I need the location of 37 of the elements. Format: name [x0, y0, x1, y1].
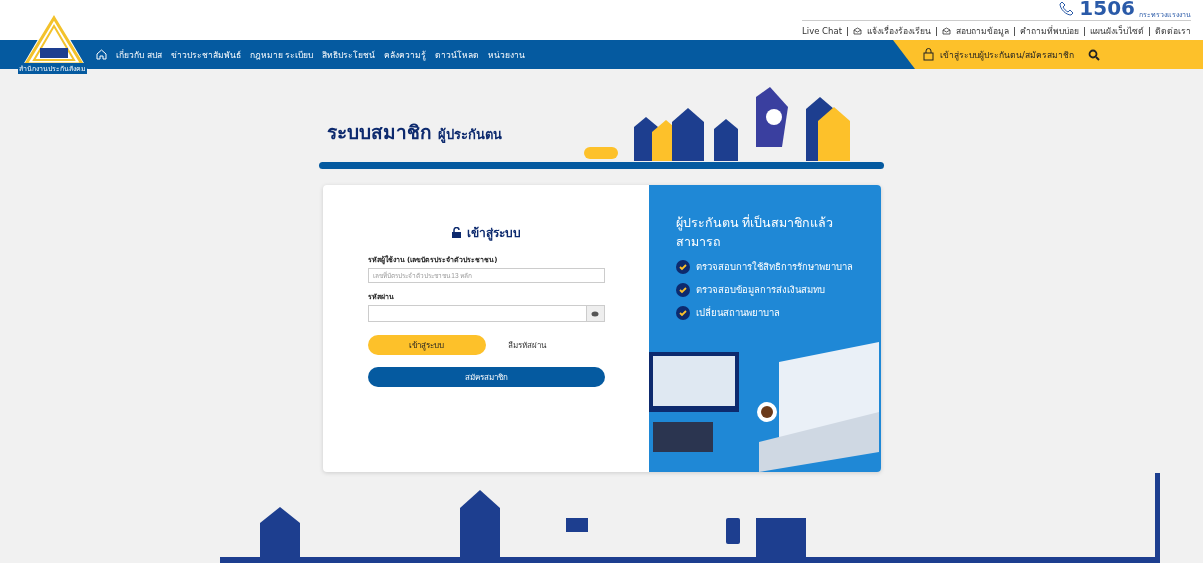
- top-link[interactable]: แจ้งเรื่องร้องเรียน: [867, 24, 931, 38]
- envelope-icon: [853, 27, 862, 35]
- search-icon[interactable]: [1087, 48, 1100, 61]
- member-login-link[interactable]: เข้าสู่ระบบผู้ประกันตน/สมัครสมาชิก: [940, 47, 1074, 62]
- top-link[interactable]: ติดต่อเรา: [1155, 24, 1191, 38]
- hotline-number: 1506: [1079, 0, 1135, 16]
- nav-link[interactable]: หน่วยงาน: [488, 47, 526, 62]
- login-title: เข้าสู่ระบบ: [466, 225, 521, 242]
- banner-subtitle: ผู้ประกันตน: [438, 126, 502, 145]
- nav-link[interactable]: เกี่ยวกับ สปส: [116, 47, 162, 62]
- checkmark-icon: [675, 259, 690, 274]
- banner-title: ระบบสมาชิก: [327, 120, 432, 145]
- nav-link[interactable]: สิทธิประโยชน์: [322, 47, 376, 62]
- login-button[interactable]: เข้าสู่ระบบ: [367, 335, 486, 355]
- forgot-password-link[interactable]: ลืมรหัสผ่าน: [507, 338, 546, 352]
- password-field[interactable]: [367, 305, 605, 322]
- nav-link[interactable]: คลังความรู้: [384, 47, 427, 62]
- checkmark-icon: [675, 305, 690, 320]
- phone-icon: [1059, 0, 1076, 16]
- nav-link[interactable]: กฎหมาย ระเบียบ: [249, 47, 314, 62]
- top-link[interactable]: แผนผังเว็บไซต์: [1090, 24, 1144, 38]
- register-button[interactable]: สมัครสมาชิก: [367, 367, 605, 387]
- unlock-icon: [451, 227, 461, 238]
- nav-link[interactable]: ดาวน์โหลด: [435, 47, 480, 62]
- top-link[interactable]: สอบถามข้อมูล: [956, 24, 1009, 38]
- lock-icon: [923, 48, 934, 61]
- envelope-icon: [942, 27, 951, 35]
- promo-item: ตรวจสอบข้อมูลการส่งเงินสมทบ: [695, 283, 825, 297]
- eye-icon: [591, 310, 599, 317]
- home-icon[interactable]: [96, 49, 107, 60]
- promo-item: ตรวจสอบการใช้สิทธิการรักษาพยาบาล: [695, 260, 853, 274]
- top-link[interactable]: คำถามที่พบบ่อย: [1020, 24, 1079, 38]
- nav-link[interactable]: ข่าวประชาสัมพันธ์: [170, 47, 241, 62]
- promo-item: เปลี่ยนสถานพยาบาล: [695, 305, 780, 320]
- top-link[interactable]: Live Chat: [802, 26, 842, 36]
- promo-title: ผู้ประกันตน ที่เป็นสมาชิกแล้ว สามารถ: [675, 213, 835, 251]
- checkmark-icon: [675, 282, 690, 297]
